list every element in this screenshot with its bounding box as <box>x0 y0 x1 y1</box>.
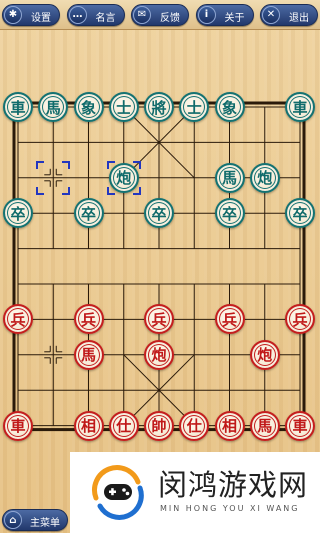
red-piece[interactable]: 炮 <box>249 339 280 370</box>
green-piece[interactable]: 士 <box>108 92 139 122</box>
info-icon: i <box>197 5 216 24</box>
red-piece[interactable]: 帥 <box>144 410 174 441</box>
quotes-button[interactable]: … 名言 <box>66 3 125 26</box>
home-icon: ⌂ <box>4 511 22 529</box>
red-piece[interactable]: 相 <box>73 410 104 441</box>
red-piece[interactable]: 仕 <box>179 410 210 441</box>
about-label: 关于 <box>224 12 245 24</box>
ad-banner[interactable]: 闵鸿游戏网 MIN HONG YOU XI WANG <box>70 452 320 533</box>
quotes-label: 名言 <box>95 12 116 24</box>
green-piece[interactable]: 車 <box>285 92 315 122</box>
exit-label: 退出 <box>289 12 309 24</box>
ad-title: 闵鸿游戏网 <box>158 468 309 502</box>
green-piece[interactable]: 炮 <box>249 162 280 193</box>
red-piece[interactable]: 仕 <box>108 410 139 441</box>
exit-button[interactable]: ✕ 退出 <box>260 3 318 26</box>
red-piece[interactable]: 車 <box>3 410 33 441</box>
move-to-highlight <box>106 160 141 195</box>
settings-button[interactable]: ✱ 设置 <box>2 3 60 26</box>
gamepad-logo-icon <box>92 465 144 520</box>
about-button[interactable]: i 关于 <box>195 3 254 26</box>
red-piece[interactable]: 馬 <box>73 339 104 370</box>
ad-subtitle: MIN HONG YOU XI WANG <box>160 504 300 513</box>
red-piece[interactable]: 馬 <box>249 410 280 441</box>
main-menu-button[interactable]: ⌂ 主菜单 <box>2 509 68 531</box>
green-piece[interactable]: 卒 <box>214 198 245 229</box>
red-piece[interactable]: 相 <box>214 410 245 441</box>
main-menu-label: 主菜单 <box>30 518 60 529</box>
mail-icon: ✉ <box>133 5 151 24</box>
green-piece[interactable]: 將 <box>144 92 174 122</box>
red-piece[interactable]: 炮 <box>144 339 174 370</box>
green-piece[interactable]: 卒 <box>285 198 315 229</box>
green-piece[interactable]: 卒 <box>144 198 174 229</box>
feedback-button[interactable]: ✉ 反馈 <box>131 3 189 26</box>
feedback-label: 反馈 <box>160 12 180 24</box>
green-piece[interactable]: 車 <box>3 92 33 122</box>
green-piece[interactable]: 象 <box>214 92 245 122</box>
top-toolbar: ✱ 设置 … 名言 ✉ 反馈 i 关于 ✕ 退出 <box>0 0 320 30</box>
chat-icon: … <box>68 5 87 24</box>
red-piece[interactable]: 兵 <box>214 304 245 335</box>
green-piece[interactable]: 馬 <box>214 162 245 193</box>
red-piece[interactable]: 車 <box>285 410 315 441</box>
close-icon: ✕ <box>262 5 280 24</box>
gear-icon: ✱ <box>4 5 22 24</box>
red-piece[interactable]: 兵 <box>73 304 104 335</box>
green-piece[interactable]: 卒 <box>3 198 33 229</box>
settings-label: 设置 <box>31 12 51 24</box>
move-from-highlight <box>36 160 71 195</box>
green-piece[interactable]: 卒 <box>73 198 104 229</box>
green-piece[interactable]: 象 <box>73 92 104 122</box>
